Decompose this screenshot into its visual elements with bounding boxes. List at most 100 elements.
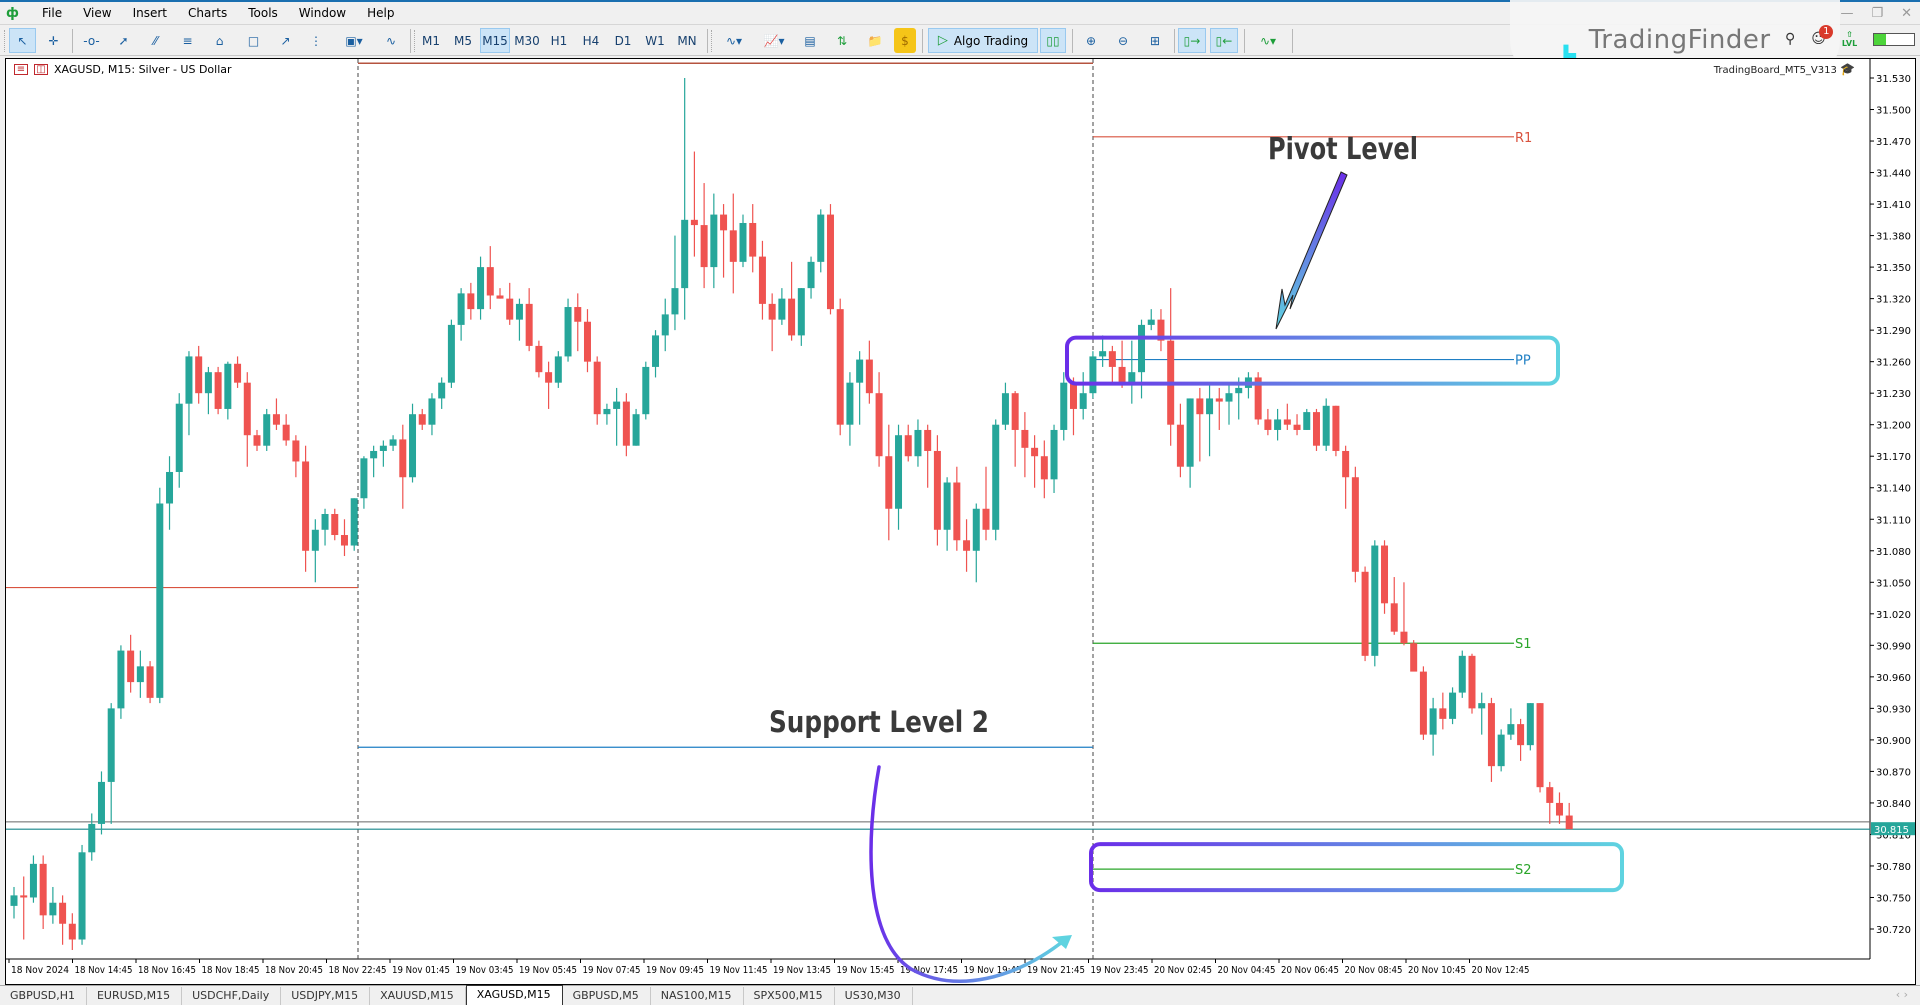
timeframe-mn[interactable]: MN xyxy=(672,28,702,53)
arrow-tool-button[interactable]: ↗ xyxy=(272,28,299,53)
candlestick-chart-button[interactable]: ▯▯ xyxy=(1040,28,1066,53)
chart-tab[interactable]: SPX500,M15 xyxy=(744,987,835,1005)
grid-icon: ⊞ xyxy=(1149,33,1161,48)
candle-body xyxy=(564,307,572,357)
candle-body xyxy=(1429,708,1437,735)
fibo-tool-button[interactable]: ≡ xyxy=(174,28,201,53)
menu-charts[interactable]: Charts xyxy=(180,6,240,20)
menu-insert[interactable]: Insert xyxy=(125,6,180,20)
chart-tab[interactable]: XAUUSD,M15 xyxy=(370,987,466,1005)
candle-body xyxy=(865,359,873,394)
zoom-out-button[interactable]: ⊖ xyxy=(1110,28,1136,53)
restore-icon[interactable]: ❐ xyxy=(1871,6,1883,21)
time-tick-label: 18 Nov 14:45 xyxy=(75,965,133,976)
tile-windows-button[interactable]: ⊞ xyxy=(1142,28,1168,53)
candle-body xyxy=(1128,372,1136,383)
indicator-list-dropdown[interactable]: ∿▾ xyxy=(1250,28,1286,53)
timeframe-w1[interactable]: W1 xyxy=(640,28,670,53)
timeframe-m1[interactable]: M1 xyxy=(416,28,446,53)
candle-body xyxy=(924,429,932,451)
buy-sell-arrows-icon: ⇅ xyxy=(836,33,848,48)
chart-type-dropdown[interactable]: ∿▾ xyxy=(716,28,752,53)
price-tick-label: 31.260 xyxy=(1876,358,1911,369)
candle-body xyxy=(1060,382,1068,430)
cursor-tool-button[interactable]: ↖ xyxy=(9,28,36,53)
candle-body xyxy=(749,222,757,257)
candle-body xyxy=(1031,447,1039,457)
navigator-button[interactable]: 📁 xyxy=(862,28,888,53)
separator xyxy=(1292,29,1293,53)
trade-button[interactable]: ⇅ xyxy=(830,28,854,53)
separator xyxy=(922,29,923,53)
candle-body xyxy=(409,414,417,478)
algo-trading-button[interactable]: ▷ Algo Trading xyxy=(928,28,1038,53)
chart-tab[interactable]: EURUSD,M15 xyxy=(87,987,183,1005)
trendline-tool-button[interactable]: ➚ xyxy=(110,28,137,53)
cycle-line-tool-button[interactable]: ⋮ xyxy=(306,28,326,53)
toolbar-grip[interactable] xyxy=(711,30,714,52)
candle-body xyxy=(1449,692,1457,719)
menu-help[interactable]: Help xyxy=(359,6,407,20)
menu-view[interactable]: View xyxy=(75,6,124,20)
close-icon[interactable]: ✕ xyxy=(1901,6,1912,21)
candle-body xyxy=(350,498,358,546)
timeframe-m30[interactable]: M30 xyxy=(512,28,542,53)
zoom-in-button[interactable]: ⊕ xyxy=(1078,28,1104,53)
menu-window[interactable]: Window xyxy=(291,6,359,20)
price-chart[interactable]: 31.530 31.500 31.470 31.440 31.410 31.380 31.3… xyxy=(6,59,1917,986)
candle-body xyxy=(68,923,76,940)
candle-body xyxy=(486,267,494,296)
candle-body xyxy=(234,363,242,383)
channel-tool-button[interactable]: ⁄⁄ xyxy=(142,28,169,53)
separator xyxy=(72,29,73,53)
shapes-tool-button[interactable]: □ xyxy=(240,28,267,53)
candle-body xyxy=(1497,734,1505,767)
timeframe-h4[interactable]: H4 xyxy=(576,28,606,53)
pitchfork-tool-button[interactable]: ⌂ xyxy=(206,28,233,53)
price-tick-label: 31.470 xyxy=(1876,137,1911,148)
tab-scroll-arrows[interactable]: ‹ › xyxy=(1896,988,1908,1001)
chart-tab[interactable]: XAGUSD,M15 xyxy=(465,985,563,1005)
pivot-level-r1-label: R1 xyxy=(1515,131,1532,146)
chart-tab[interactable]: USDCHF,Daily xyxy=(182,987,282,1005)
chart-shift-button[interactable]: ▯← xyxy=(1210,28,1238,53)
timeframe-m5[interactable]: M5 xyxy=(448,28,478,53)
candle-body xyxy=(379,445,387,451)
chart-tab[interactable]: GBPUSD,H1 xyxy=(0,987,87,1005)
toolbar-grip[interactable] xyxy=(4,30,7,52)
chart-tab[interactable]: USDJPY,M15 xyxy=(281,987,371,1005)
timeframe-d1[interactable]: D1 xyxy=(608,28,638,53)
market-button[interactable]: $ xyxy=(894,28,916,53)
search-icon[interactable]: ⚲ xyxy=(1785,31,1795,47)
signal-level[interactable]: ⇧ LVL xyxy=(1842,30,1857,48)
indicator-window-button[interactable]: ∿ xyxy=(378,28,404,53)
trade-panel-icon[interactable]: ◫ xyxy=(34,64,48,75)
chart-window[interactable]: ≡ ◫ XAGUSD, M15: Silver - US Dollar Trad… xyxy=(5,58,1916,985)
support2-highlight-box xyxy=(1089,842,1624,893)
templates-button[interactable]: ▤ xyxy=(798,28,822,53)
autoscroll-button[interactable]: ▯→ xyxy=(1178,28,1206,53)
menu-tools[interactable]: Tools xyxy=(240,6,291,20)
notifications-button[interactable]: ☺ 1 xyxy=(1811,25,1834,47)
separator xyxy=(1244,29,1245,53)
menu-file[interactable]: File xyxy=(34,6,75,20)
candle-body xyxy=(1468,655,1476,709)
timeframe-h1[interactable]: H1 xyxy=(544,28,574,53)
candle-body xyxy=(195,356,203,394)
chart-tab[interactable]: GBPUSD,M5 xyxy=(563,987,651,1005)
chart-tabs: GBPUSD,H1 EURUSD,M15 USDCHF,Daily USDJPY,M1… xyxy=(0,985,1920,1005)
timeframe-m15[interactable]: M15 xyxy=(480,28,510,53)
candle-body xyxy=(1487,703,1495,767)
vertical-line-tool-button[interactable]: -o- xyxy=(78,28,105,53)
indicators-dropdown[interactable]: 📈▾ xyxy=(756,28,792,53)
objects-dropdown-button[interactable]: ▣▾ xyxy=(336,28,372,53)
candle-body xyxy=(690,219,698,226)
minimize-icon[interactable]: — xyxy=(1840,6,1853,21)
candle-body xyxy=(59,902,67,924)
chart-tab[interactable]: NAS100,M15 xyxy=(651,987,744,1005)
candle-body xyxy=(652,335,660,367)
list-icon: ≡ xyxy=(14,64,28,75)
pivot-level-annotation: Pivot Level xyxy=(1268,132,1418,167)
chart-tab[interactable]: US30,M30 xyxy=(835,987,913,1005)
crosshair-tool-button[interactable]: ✛ xyxy=(40,28,67,53)
